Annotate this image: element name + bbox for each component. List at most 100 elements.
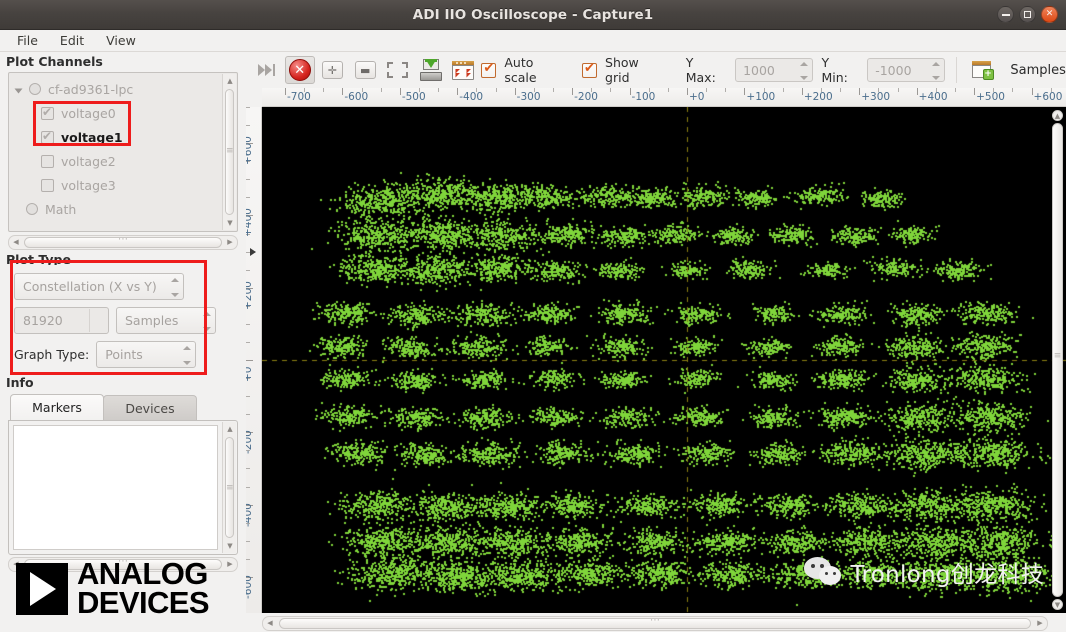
tree-row[interactable]: cf-ad9361-lpc: [13, 77, 235, 101]
zoom-out-button[interactable]: ▬: [350, 56, 380, 84]
spinner-arrows-icon[interactable]: [170, 278, 179, 297]
analog-devices-logo: ANALOG DEVICES: [16, 560, 209, 618]
tree-row[interactable]: voltage2: [13, 149, 235, 173]
y-axis-minor-tick: [246, 197, 250, 198]
y-axis-minor-tick: [246, 396, 250, 397]
y-min-value: -1000: [875, 63, 911, 78]
minimize-button[interactable]: [997, 6, 1014, 23]
radio-math[interactable]: [26, 203, 38, 215]
plot-vertical-scrollbar[interactable]: ▲ ▼: [1051, 110, 1064, 610]
scroll-up-icon[interactable]: ▲: [1052, 110, 1063, 121]
scroll-up-icon[interactable]: ▲: [224, 75, 236, 87]
screen-capture-button[interactable]: [449, 56, 479, 84]
tree-horizontal-scrollbar[interactable]: ◀ ▶: [8, 235, 238, 250]
scroll-right-icon[interactable]: ▶: [224, 237, 236, 248]
spinner-arrows-icon[interactable]: [800, 62, 808, 80]
tab-devices[interactable]: Devices: [103, 395, 197, 420]
x-axis-tick-label: +500: [976, 91, 1005, 103]
scroll-right-icon[interactable]: ▶: [224, 559, 236, 570]
graph-type-label: Graph Type:: [14, 347, 89, 362]
menu-file[interactable]: File: [8, 31, 47, 50]
scrollbar-thumb[interactable]: [225, 437, 234, 538]
new-plot-button[interactable]: +: [968, 56, 998, 84]
scrollbar-thumb[interactable]: [1052, 123, 1063, 597]
spinner-arrows-icon[interactable]: [182, 346, 191, 365]
plot-type-combo[interactable]: Constellation (X vs Y): [14, 273, 184, 300]
auto-scale-checkbox[interactable]: [481, 63, 496, 78]
y-max-spinbox[interactable]: 1000: [735, 58, 812, 82]
graph-type-combo[interactable]: Points: [96, 341, 196, 368]
x-axis-tick-label: -600: [344, 91, 368, 103]
tree-row[interactable]: voltage0: [13, 101, 235, 125]
spinner-arrows-icon[interactable]: [202, 312, 211, 331]
x-axis-tick-label: -400: [459, 91, 483, 103]
x-axis-minor-tick: [878, 88, 879, 92]
x-axis-minor-tick: [993, 88, 994, 92]
scroll-down-icon[interactable]: ▼: [1052, 599, 1063, 610]
x-axis-ruler[interactable]: -700-600-500-400-300-200-100+0+100+200+3…: [262, 88, 1066, 107]
scroll-down-icon[interactable]: ▼: [224, 540, 236, 552]
plot-type-title: Plot Type: [0, 250, 246, 265]
tree-item-label: Math: [45, 202, 76, 217]
stop-button[interactable]: ✕: [285, 56, 315, 84]
tree-row[interactable]: voltage3: [13, 173, 235, 197]
tree-row[interactable]: voltage1: [13, 125, 235, 149]
plot-channels-title: Plot Channels: [0, 52, 246, 72]
skip-to-end-button[interactable]: [252, 56, 282, 84]
checkbox-voltage2[interactable]: [41, 155, 54, 168]
x-axis-minor-tick: [649, 88, 650, 92]
sample-count-spinbox[interactable]: 81920: [14, 307, 109, 334]
x-axis-minor-tick: [725, 88, 726, 92]
y-axis-cursor-marker[interactable]: [250, 248, 256, 256]
x-axis-tick-label: -500: [402, 91, 426, 103]
scroll-left-icon[interactable]: ◀: [10, 237, 22, 248]
watermark-text: Tronlong创龙科技: [850, 555, 1044, 589]
tree-vertical-scrollbar[interactable]: ▲ ▼: [222, 74, 236, 230]
sample-unit-combo[interactable]: Samples: [116, 307, 216, 334]
zoom-in-button[interactable]: ✛: [318, 56, 348, 84]
scrollbar-thumb[interactable]: [24, 237, 222, 248]
tab-markers[interactable]: Markers: [10, 394, 104, 420]
y-axis-tick-label: -600: [246, 575, 254, 599]
y-axis-tick-label: -400: [246, 503, 254, 527]
x-axis-minor-tick: [668, 88, 669, 92]
checkbox-voltage3[interactable]: [41, 179, 54, 192]
constellation-scatter-plot[interactable]: [262, 107, 1066, 613]
scrollbar-thumb[interactable]: [225, 89, 234, 215]
y-axis-tick-label: +0: [246, 367, 254, 382]
close-button[interactable]: ✕: [1041, 6, 1058, 23]
x-axis-minor-tick: [706, 88, 707, 92]
radio-device[interactable]: [29, 83, 41, 95]
menu-view[interactable]: View: [97, 31, 145, 50]
toolbar-divider: [956, 57, 957, 83]
y-axis-ruler[interactable]: -600-400-200+0+200+400+600: [246, 107, 262, 613]
y-axis-tick-label: -200: [246, 430, 254, 454]
scrollbar-thumb[interactable]: [279, 618, 1031, 629]
tree-row[interactable]: Math: [13, 197, 235, 221]
spinner-arrows-icon[interactable]: [932, 62, 940, 80]
x-axis-minor-tick: [438, 88, 439, 92]
watermark: Tronlong创龙科技: [804, 555, 1044, 589]
zoom-fit-button[interactable]: [383, 56, 413, 84]
save-button[interactable]: [416, 56, 446, 84]
close-icon: ✕: [1046, 10, 1054, 19]
y-min-spinbox[interactable]: -1000: [867, 58, 944, 82]
checkbox-voltage0[interactable]: [41, 107, 54, 120]
title-bar: ADI IIO Oscilloscope - Capture1 ✕: [0, 0, 1066, 30]
markers-list[interactable]: [13, 425, 218, 550]
plot-canvas-area[interactable]: Tronlong创龙科技: [262, 107, 1066, 613]
chevron-down-icon[interactable]: [15, 83, 27, 95]
checkbox-voltage1[interactable]: [41, 131, 54, 144]
maximize-button[interactable]: [1019, 6, 1036, 23]
scroll-down-icon[interactable]: ▼: [224, 217, 236, 229]
plot-horizontal-scrollbar[interactable]: ◀ ▶: [262, 616, 1048, 631]
maximize-icon: [1024, 11, 1031, 18]
scroll-right-icon[interactable]: ▶: [1034, 618, 1046, 629]
wechat-icon: [804, 557, 844, 587]
plot-channels-tree[interactable]: cf-ad9361-lpc voltage0 voltage1 voltage2…: [8, 72, 238, 232]
scroll-left-icon[interactable]: ◀: [264, 618, 276, 629]
menu-edit[interactable]: Edit: [51, 31, 93, 50]
info-vertical-scrollbar[interactable]: ▲ ▼: [222, 422, 236, 553]
show-grid-checkbox[interactable]: [582, 63, 597, 78]
scroll-up-icon[interactable]: ▲: [224, 423, 236, 435]
